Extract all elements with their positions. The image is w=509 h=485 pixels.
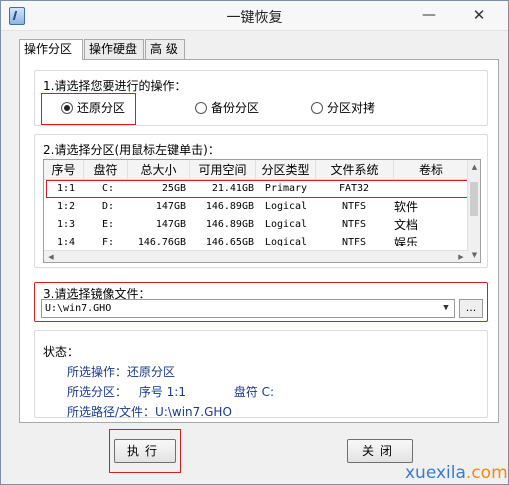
status-partition-drive: 盘符 C: xyxy=(233,385,275,399)
radio-backup-partition[interactable]: 备份分区 xyxy=(195,99,259,117)
horizontal-scrollbar[interactable]: ◀ ▶ xyxy=(44,250,468,262)
execute-button[interactable]: 执行 xyxy=(114,439,176,463)
title-bar[interactable]: 一键恢复 — ✕ xyxy=(1,1,508,31)
status-partition-index: 序号 1:1 xyxy=(138,385,186,399)
site-watermark: xuexila.com xyxy=(405,463,508,483)
cell-fs: NTFS xyxy=(341,219,367,230)
cell-fs: NTFS xyxy=(341,201,367,212)
chevron-down-icon[interactable]: ▼ xyxy=(438,300,454,317)
cell-type: Logical xyxy=(264,219,308,230)
status-group: 状态： 所选操作：还原分区 所选分区： 序号 1:1 盘符 C: 所选路径/文件… xyxy=(34,330,488,419)
cell-fs: FAT32 xyxy=(338,183,370,194)
table-row[interactable]: 1:2 D: 147GB 146.89GB Logical NTFS 软件 xyxy=(44,198,468,216)
radio-label: 备份分区 xyxy=(211,101,260,115)
column-header[interactable]: 盘符 xyxy=(84,160,128,180)
cell-index: 1:2 xyxy=(56,201,76,212)
column-header[interactable]: 文件系统 xyxy=(316,160,394,180)
image-file-group: 3.请选择镜像文件： U:\win7.GHO ▼ ... xyxy=(34,282,488,322)
cell-fs: NTFS xyxy=(341,237,367,246)
cell-index: 1:4 xyxy=(56,237,76,246)
cell-type: Logical xyxy=(264,201,308,212)
scroll-left-icon[interactable]: ◀ xyxy=(44,251,58,262)
status-operation: 所选操作：还原分区 xyxy=(67,365,176,379)
minimize-button[interactable]: — xyxy=(413,5,445,27)
radio-restore-partition[interactable]: 还原分区 xyxy=(61,99,125,117)
table-row[interactable]: 1:1 C: 25GB 21.41GB Primary FAT32 xyxy=(44,180,468,198)
radio-unselected-icon xyxy=(311,102,323,114)
cell-index: 1:3 xyxy=(56,219,76,230)
watermark-name: xuexila xyxy=(405,463,466,483)
radio-label: 分区对拷 xyxy=(327,101,376,115)
radio-unselected-icon xyxy=(195,102,207,114)
table-row[interactable]: 1:4 F: 146.76GB 146.65GB Logical NTFS 娱乐 xyxy=(44,234,468,246)
image-file-select[interactable]: U:\win7.GHO ▼ xyxy=(41,299,455,318)
cell-index: 1:1 xyxy=(56,183,76,194)
table-row[interactable]: 1:3 E: 147GB 146.89GB Logical NTFS 文档 xyxy=(44,216,468,234)
cell-label xyxy=(394,180,434,198)
cell-size: 147GB xyxy=(155,201,186,212)
partition-group-title: 2.请选择分区(用鼠标左键单击)： xyxy=(43,143,220,157)
radio-selected-icon xyxy=(61,102,73,114)
operation-group: 1.请选择您要进行的操作： 还原分区 备份分区 分区对拷 xyxy=(34,70,488,126)
cell-drive: D: xyxy=(101,201,115,212)
scroll-up-icon[interactable]: ▲ xyxy=(468,160,480,174)
cell-drive: C: xyxy=(101,183,115,194)
tab-panel: 1.请选择您要进行的操作： 还原分区 备份分区 分区对拷 2.请选择分区(用鼠标… xyxy=(19,59,499,423)
cell-label: 软件 xyxy=(394,200,419,214)
cell-free: 21.41GB xyxy=(211,183,254,194)
table-header: 序号 盘符 总大小 可用空间 分区类型 文件系统 卷标 xyxy=(44,160,468,180)
cell-free: 146.89GB xyxy=(205,201,254,212)
dialog-window: 一键恢复 — ✕ 操作分区 操作硬盘 高 级 1.请选择您要进行的操作： 还原分… xyxy=(0,0,509,485)
tab-disk-ops[interactable]: 操作硬盘 xyxy=(84,39,144,59)
partition-group: 2.请选择分区(用鼠标左键单击)： 序号 盘符 总大小 可用空间 分区类型 文件… xyxy=(34,134,488,268)
cell-drive: E: xyxy=(101,219,115,230)
cell-size: 25GB xyxy=(161,183,186,194)
column-header[interactable]: 序号 xyxy=(44,160,84,180)
column-header[interactable]: 分区类型 xyxy=(256,160,316,180)
close-button[interactable]: 关闭 xyxy=(347,439,413,463)
browse-button[interactable]: ... xyxy=(459,299,483,318)
scroll-down-icon[interactable]: ▼ xyxy=(468,248,480,262)
operation-group-title: 1.请选择您要进行的操作： xyxy=(43,79,187,93)
cell-free: 146.89GB xyxy=(205,219,254,230)
status-partition-label: 所选分区： xyxy=(67,385,128,399)
column-header[interactable]: 卷标 xyxy=(394,160,468,180)
cell-type: Logical xyxy=(264,237,308,246)
scroll-thumb[interactable] xyxy=(470,182,478,216)
image-file-value: U:\win7.GHO xyxy=(45,303,112,314)
partition-table[interactable]: 序号 盘符 总大小 可用空间 分区类型 文件系统 卷标 1:1 C: 25GB … xyxy=(43,159,481,263)
status-partition: 所选分区： 序号 1:1 盘符 C: xyxy=(67,383,274,400)
close-window-button[interactable]: ✕ xyxy=(463,5,495,27)
radio-copy-partition[interactable]: 分区对拷 xyxy=(311,99,375,117)
cell-label: 娱乐 xyxy=(394,236,419,246)
scroll-right-icon[interactable]: ▶ xyxy=(454,251,468,262)
cell-free: 146.65GB xyxy=(205,237,254,246)
column-header[interactable]: 总大小 xyxy=(128,160,190,180)
column-header[interactable]: 可用空间 xyxy=(190,160,256,180)
vertical-scrollbar[interactable]: ▲ ▼ xyxy=(467,160,480,262)
cell-label: 文档 xyxy=(394,218,419,232)
cell-size: 147GB xyxy=(155,219,186,230)
tab-advanced[interactable]: 高 级 xyxy=(145,39,185,59)
radio-label: 还原分区 xyxy=(77,101,126,115)
tab-partition-ops[interactable]: 操作分区 xyxy=(19,39,83,60)
status-title: 状态： xyxy=(43,345,80,359)
cell-size: 146.76GB xyxy=(137,237,186,246)
status-path: 所选路径/文件：U:\win7.GHO xyxy=(67,405,232,419)
cell-type: Primary xyxy=(264,183,308,194)
watermark-domain: .com xyxy=(465,463,508,483)
cell-drive: F: xyxy=(101,237,115,246)
